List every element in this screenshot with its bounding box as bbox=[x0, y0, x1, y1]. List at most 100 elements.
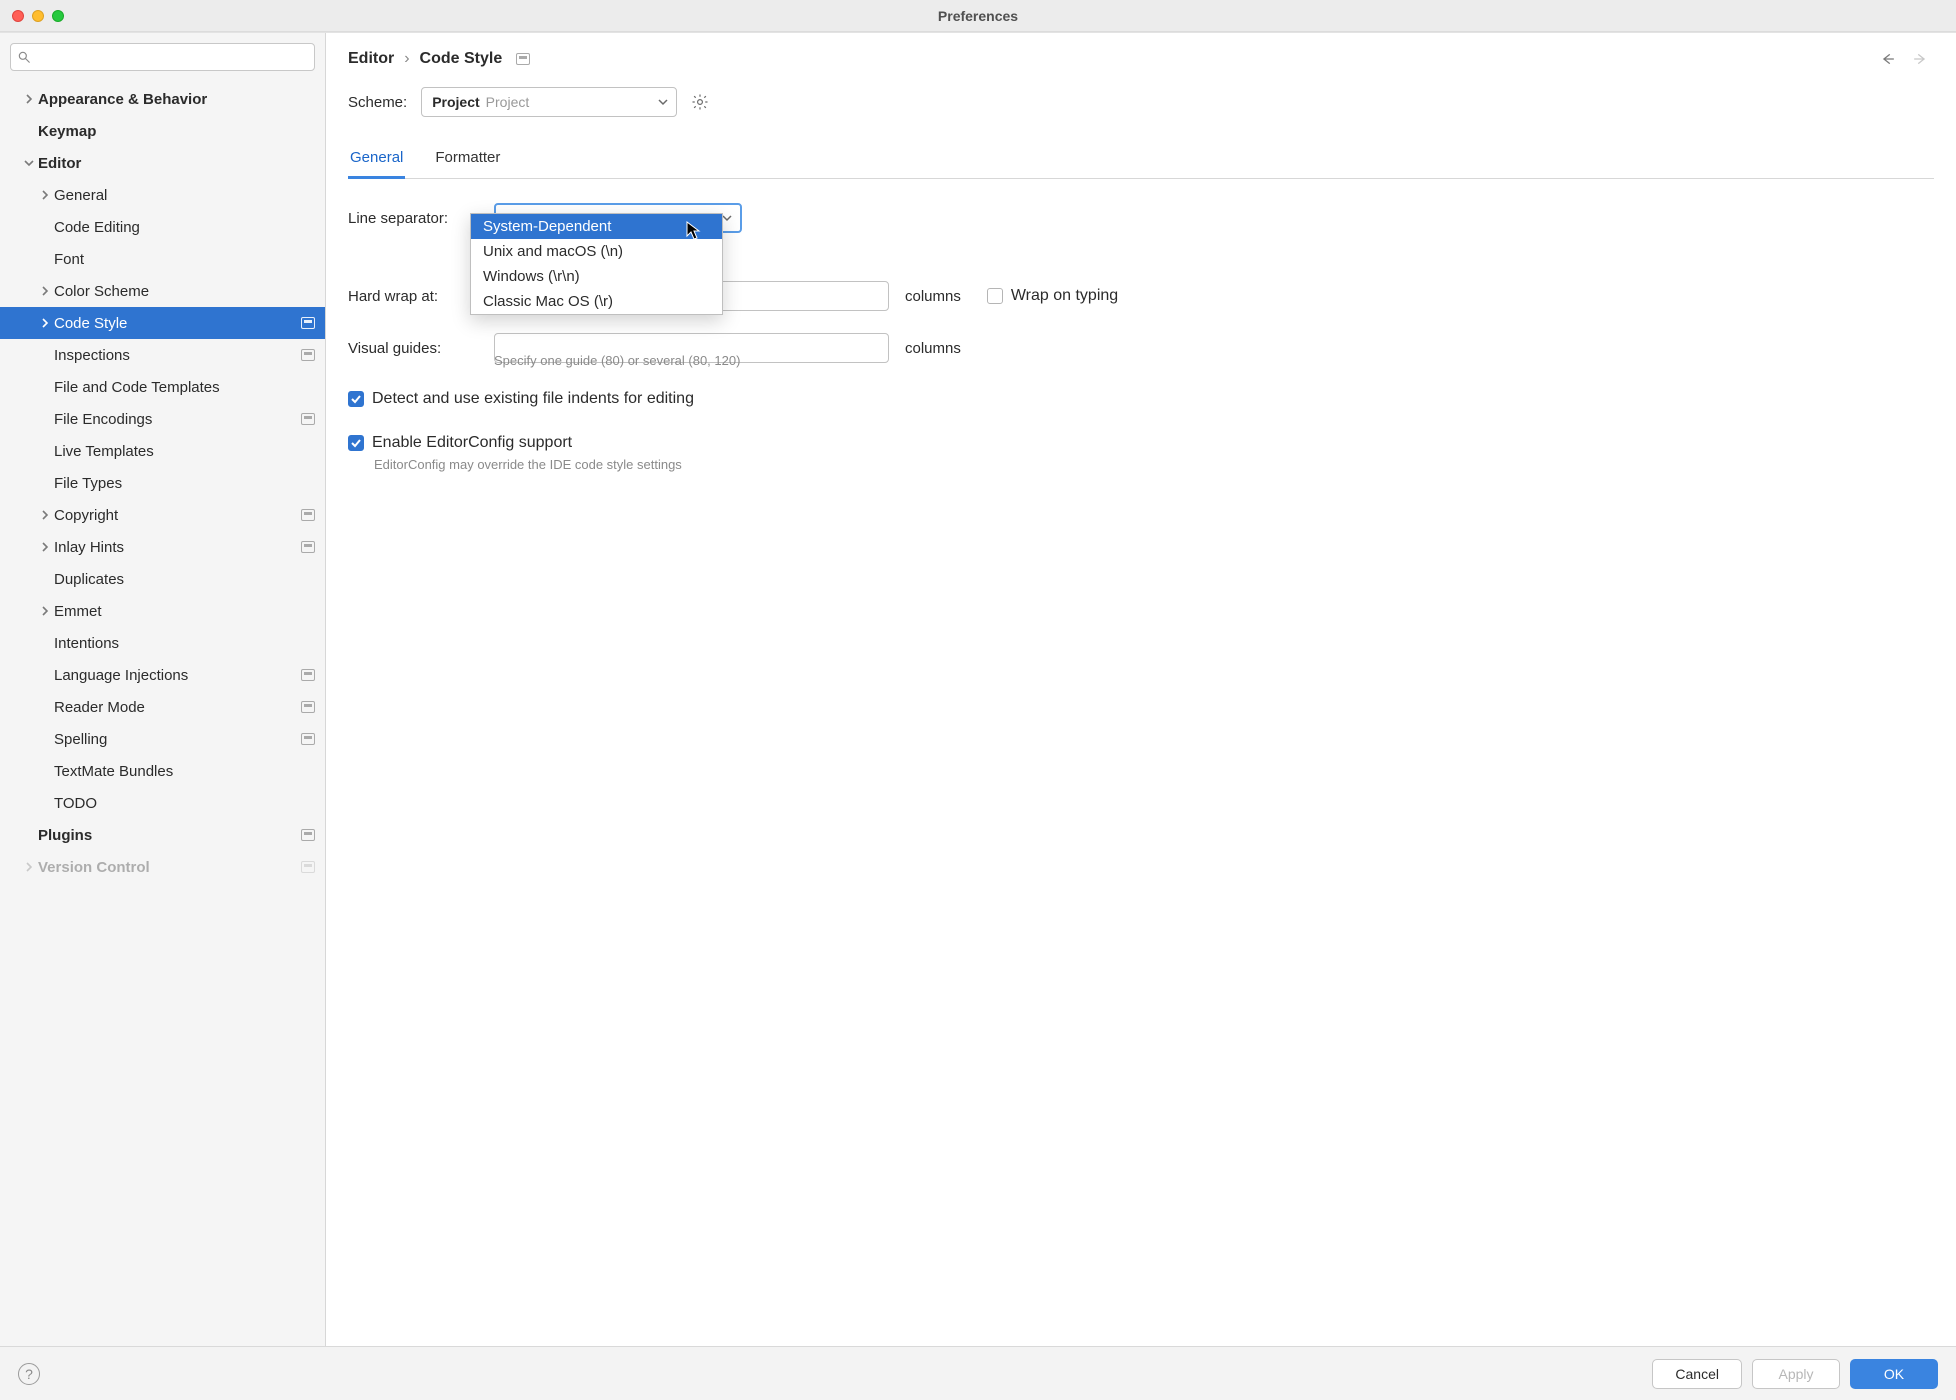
sidebar-item-label: File and Code Templates bbox=[54, 379, 325, 396]
nav-back-button[interactable] bbox=[1878, 49, 1898, 69]
scheme-label: Scheme: bbox=[348, 94, 407, 111]
sidebar-item-label: Reader Mode bbox=[54, 699, 301, 716]
search-input[interactable] bbox=[35, 50, 308, 65]
line-separator-option[interactable]: Windows (\r\n) bbox=[471, 264, 722, 289]
scheme-select[interactable]: Project Project bbox=[421, 87, 677, 117]
sidebar-tree[interactable]: Appearance & Behavior Keymap EditorGeneral… bbox=[0, 79, 325, 1346]
sidebar-item-label: TextMate Bundles bbox=[54, 763, 325, 780]
sidebar-item-file-and-code-templates[interactable]: File and Code Templates bbox=[0, 371, 325, 403]
project-scope-icon bbox=[301, 669, 315, 681]
sidebar-item-label: Spelling bbox=[54, 731, 301, 748]
sidebar-item-font[interactable]: Font bbox=[0, 243, 325, 275]
minimize-window-icon[interactable] bbox=[32, 10, 44, 22]
sidebar-item-live-templates[interactable]: Live Templates bbox=[0, 435, 325, 467]
chevron-right-icon bbox=[36, 190, 54, 200]
sidebar-item-label: TODO bbox=[54, 795, 325, 812]
sidebar-item-label: Duplicates bbox=[54, 571, 325, 588]
sidebar-item-reader-mode[interactable]: Reader Mode bbox=[0, 691, 325, 723]
apply-button[interactable]: Apply bbox=[1752, 1359, 1840, 1389]
editorconfig-checkbox[interactable]: Enable EditorConfig support bbox=[348, 434, 572, 452]
titlebar: Preferences bbox=[0, 0, 1956, 32]
line-separator-option[interactable]: Classic Mac OS (\r) bbox=[471, 289, 722, 314]
sidebar-item-plugins[interactable]: Plugins bbox=[0, 819, 325, 851]
checkbox-icon bbox=[987, 288, 1003, 304]
sidebar-item-intentions[interactable]: Intentions bbox=[0, 627, 325, 659]
sidebar-item-inspections[interactable]: Inspections bbox=[0, 339, 325, 371]
sidebar-item-duplicates[interactable]: Duplicates bbox=[0, 563, 325, 595]
visual-guides-label: Visual guides: bbox=[348, 340, 478, 357]
checkbox-icon bbox=[348, 435, 364, 451]
sidebar-item-copyright[interactable]: Copyright bbox=[0, 499, 325, 531]
sidebar-item-keymap[interactable]: Keymap bbox=[0, 115, 325, 147]
project-scope-icon bbox=[301, 317, 315, 329]
sidebar-item-label: Font bbox=[54, 251, 325, 268]
sidebar-item-file-encodings[interactable]: File Encodings bbox=[0, 403, 325, 435]
sidebar-item-label: Copyright bbox=[54, 507, 301, 524]
sidebar-item-emmet[interactable]: Emmet bbox=[0, 595, 325, 627]
content-area: Appearance & BehaviorKeymapEditorGeneral… bbox=[0, 32, 1956, 1346]
chevron-right-icon bbox=[36, 286, 54, 296]
ok-button[interactable]: OK bbox=[1850, 1359, 1938, 1389]
gear-icon bbox=[691, 93, 709, 111]
sidebar-item-label: Plugins bbox=[38, 827, 301, 844]
sidebar-item-file-types[interactable]: File Types bbox=[0, 467, 325, 499]
sidebar-item-label: Inlay Hints bbox=[54, 539, 301, 556]
checkbox-icon bbox=[348, 391, 364, 407]
chevron-right-icon bbox=[20, 94, 38, 104]
wrap-on-typing-checkbox[interactable]: Wrap on typing bbox=[987, 287, 1118, 305]
sidebar-item-version-control[interactable]: Version Control bbox=[0, 851, 325, 883]
traffic-lights bbox=[12, 10, 64, 22]
sidebar-item-label: File Encodings bbox=[54, 411, 301, 428]
scheme-value-bold: Project bbox=[432, 94, 479, 110]
project-scope-icon bbox=[301, 701, 315, 713]
sidebar-item-code-editing[interactable]: Code Editing bbox=[0, 211, 325, 243]
editorconfig-label: Enable EditorConfig support bbox=[372, 434, 572, 452]
sidebar-item-inlay-hints[interactable]: Inlay Hints bbox=[0, 531, 325, 563]
sidebar-item-label: Emmet bbox=[54, 603, 325, 620]
sidebar-item-color-scheme[interactable]: Color Scheme bbox=[0, 275, 325, 307]
main-panel: Editor › Code Style Scheme: Pr bbox=[326, 33, 1956, 1346]
sidebar-item-label: Language Injections bbox=[54, 667, 301, 684]
chevron-down-icon bbox=[722, 210, 732, 226]
sidebar-item-label: Code Style bbox=[54, 315, 301, 332]
scheme-settings-button[interactable] bbox=[691, 93, 709, 111]
sidebar-item-code-style[interactable]: Code Style bbox=[0, 307, 325, 339]
cancel-button[interactable]: Cancel bbox=[1652, 1359, 1742, 1389]
tab-formatter[interactable]: Formatter bbox=[433, 143, 502, 178]
footer: ? Cancel Apply OK bbox=[0, 1346, 1956, 1400]
sidebar-item-general[interactable]: General bbox=[0, 179, 325, 211]
sidebar-item-label: Color Scheme bbox=[54, 283, 325, 300]
sidebar-item-label: Keymap bbox=[38, 123, 325, 140]
help-button[interactable]: ? bbox=[18, 1363, 40, 1385]
sidebar-item-spelling[interactable]: Spelling bbox=[0, 723, 325, 755]
project-scope-icon bbox=[301, 349, 315, 361]
detect-indents-checkbox[interactable]: Detect and use existing file indents for… bbox=[348, 390, 694, 408]
window-title: Preferences bbox=[0, 8, 1956, 24]
line-separator-option[interactable]: System-Dependent bbox=[471, 214, 722, 239]
visual-guides-hint: Specify one guide (80) or several (80, 1… bbox=[494, 353, 1934, 368]
tabs: General Formatter bbox=[348, 143, 1934, 179]
line-separator-option[interactable]: Unix and macOS (\n) bbox=[471, 239, 722, 264]
hard-wrap-units: columns bbox=[905, 288, 961, 305]
sidebar-item-label: Appearance & Behavior bbox=[38, 91, 325, 108]
sidebar-item-label: Inspections bbox=[54, 347, 301, 364]
chevron-right-icon: › bbox=[404, 50, 409, 68]
wrap-on-typing-label: Wrap on typing bbox=[1011, 287, 1118, 305]
breadcrumb: Editor › Code Style bbox=[348, 50, 1878, 68]
sidebar-item-language-injections[interactable]: Language Injections bbox=[0, 659, 325, 691]
sidebar-item-appearance-behavior[interactable]: Appearance & Behavior bbox=[0, 83, 325, 115]
sidebar-item-label: Code Editing bbox=[54, 219, 325, 236]
sidebar-item-todo[interactable]: TODO bbox=[0, 787, 325, 819]
tab-general[interactable]: General bbox=[348, 143, 405, 179]
search-input-wrap[interactable] bbox=[10, 43, 315, 71]
close-window-icon[interactable] bbox=[12, 10, 24, 22]
maximize-window-icon[interactable] bbox=[52, 10, 64, 22]
sidebar-item-editor[interactable]: Editor bbox=[0, 147, 325, 179]
project-scope-icon bbox=[301, 861, 315, 873]
line-separator-dropdown[interactable]: System-DependentUnix and macOS (\n)Windo… bbox=[470, 213, 723, 315]
sidebar-item-textmate-bundles[interactable]: TextMate Bundles bbox=[0, 755, 325, 787]
breadcrumb-current: Code Style bbox=[420, 50, 503, 68]
chevron-down-icon bbox=[20, 158, 38, 168]
chevron-right-icon bbox=[36, 510, 54, 520]
nav-forward-button[interactable] bbox=[1910, 49, 1930, 69]
